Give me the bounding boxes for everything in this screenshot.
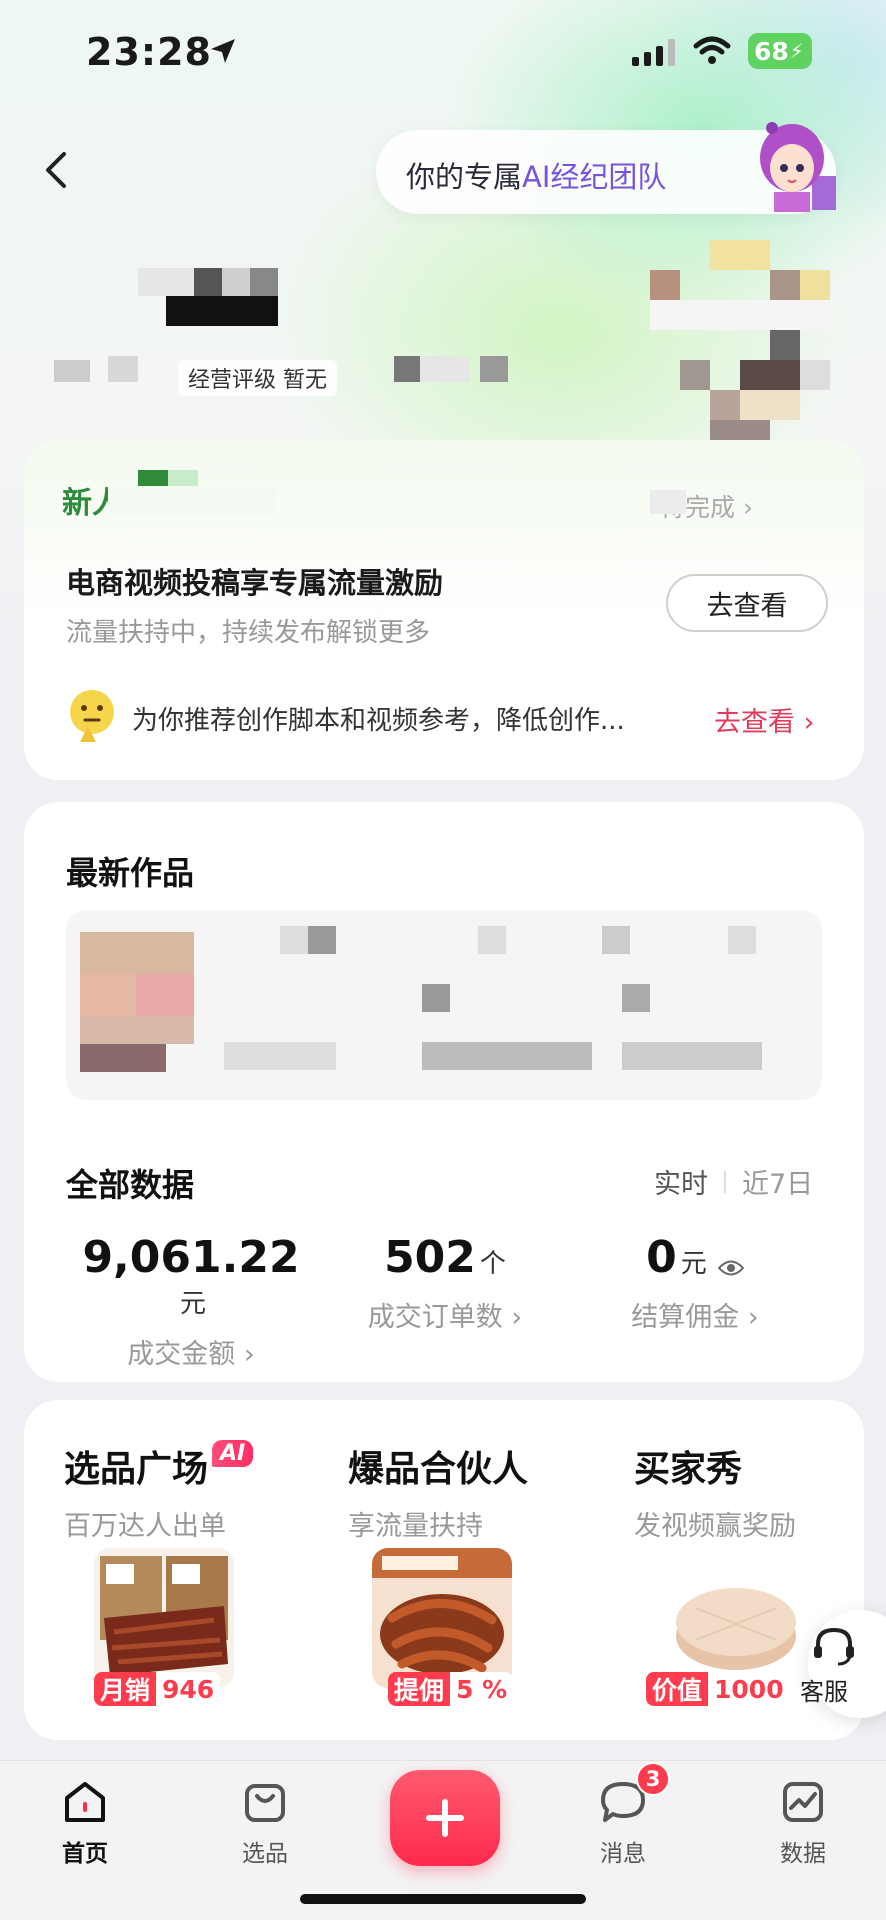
- message-count-badge: 3: [636, 1762, 670, 1796]
- redacted-work-thumbnail: [80, 932, 194, 1072]
- feature-buyer-show[interactable]: 买家秀 发视频赢奖励: [634, 1440, 796, 1543]
- customer-service-label: 客服: [800, 1678, 848, 1706]
- recommend-tip: 为你推荐创作脚本和视频参考，降低创作...: [132, 706, 625, 736]
- redacted-avatar: [650, 240, 836, 440]
- plus-icon: [426, 1799, 464, 1837]
- rating-tag: 经营评级 暂无: [178, 360, 337, 396]
- product-image-cushion[interactable]: [666, 1548, 806, 1688]
- all-data-title: 全部数据: [66, 1166, 195, 1204]
- recommend-view-link[interactable]: 去查看 ›: [714, 700, 814, 739]
- feature-hot-partner[interactable]: 爆品合伙人 享流量扶持: [348, 1440, 528, 1543]
- tag-monthly-sales: 月销 946: [94, 1672, 221, 1706]
- shopping-bag-icon: [245, 1784, 285, 1822]
- ai-avatar-icon: [760, 122, 836, 212]
- redacted-shop-name: [138, 268, 280, 328]
- eye-icon[interactable]: [717, 1259, 744, 1277]
- view-task-button[interactable]: 去查看: [666, 574, 828, 632]
- tab-7-days[interactable]: 近7日: [742, 1162, 813, 1201]
- create-post-button[interactable]: [390, 1770, 500, 1866]
- redacted-work-details: [224, 926, 784, 1072]
- home-icon: [65, 1782, 105, 1822]
- stat-gmv[interactable]: 9,061.22元 成交金额 ›: [76, 1232, 306, 1371]
- redacted-task-status: [650, 490, 686, 514]
- time-range-tabs: 实时 近7日: [654, 1162, 813, 1201]
- task-headline: 电商视频投稿享专属流量激励: [66, 566, 444, 600]
- ai-agent-team-label: 你的专属AI经纪团队: [406, 160, 667, 194]
- back-chevron-icon[interactable]: [40, 150, 70, 190]
- thinking-emoji-icon: [70, 690, 114, 742]
- charging-bolt-icon: ⚡: [789, 39, 804, 63]
- tag-commission-rate: 提佣 5 %: [388, 1672, 514, 1706]
- headset-icon: [814, 1627, 854, 1666]
- home-indicator: [300, 1894, 586, 1904]
- latest-works-title: 最新作品: [66, 854, 195, 892]
- tab-data[interactable]: 数据: [748, 1776, 858, 1868]
- stat-commission[interactable]: 0元 结算佣金 ›: [590, 1232, 800, 1334]
- cellular-signal-icon: [632, 38, 675, 66]
- tab-home[interactable]: 首页: [30, 1776, 140, 1868]
- product-image-duck-neck[interactable]: [372, 1548, 512, 1688]
- tab-realtime[interactable]: 实时: [654, 1162, 708, 1201]
- stat-orders[interactable]: 502 个 成交订单数 ›: [340, 1232, 550, 1334]
- feature-product-square[interactable]: 选品广场 AI 百万达人出单: [64, 1440, 254, 1543]
- tab-divider: [724, 1170, 726, 1193]
- status-time: 23:28: [86, 30, 212, 74]
- chart-icon: [783, 1782, 823, 1822]
- tag-value: 价值 1000: [646, 1672, 790, 1706]
- redacted-task-title: [108, 470, 276, 516]
- product-image-jerky[interactable]: [94, 1548, 234, 1688]
- tab-select[interactable]: 选品: [210, 1776, 320, 1868]
- task-subline: 流量扶持中，持续发布解锁更多: [66, 618, 431, 648]
- wifi-icon: [693, 36, 731, 64]
- ai-badge: AI: [212, 1440, 254, 1467]
- location-arrow-icon: [211, 39, 235, 63]
- battery-indicator: 68 ⚡: [748, 33, 812, 69]
